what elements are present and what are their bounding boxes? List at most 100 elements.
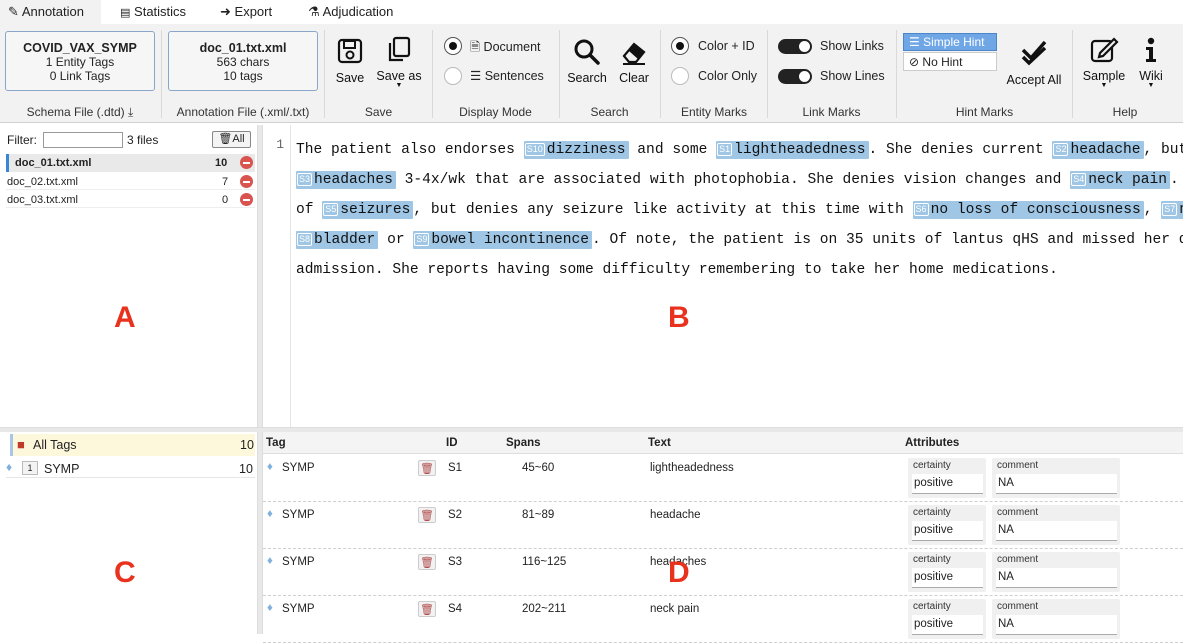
entity-id-badge: S7 — [1162, 203, 1178, 216]
document-editor[interactable]: 1 The patient also endorses S10 dizziness… — [263, 125, 1183, 427]
filter-input[interactable] — [43, 132, 123, 148]
trash-icon: 🗑 — [420, 463, 434, 475]
comment-input[interactable]: NA — [996, 615, 1117, 635]
radio-document[interactable] — [444, 37, 462, 55]
all-tags-row[interactable]: ■ All Tags 10 — [10, 434, 255, 456]
row-id: S3 — [448, 556, 463, 568]
people-icon: ⚗ — [308, 4, 320, 19]
delete-tag-button[interactable]: 🗑 — [418, 460, 436, 476]
tag-name: SYMP — [44, 462, 80, 476]
file-item-name: doc_01.txt.xml — [15, 157, 92, 169]
row-tag: SYMP — [282, 603, 315, 615]
simple-hint-option[interactable]: ☰ Simple Hint — [903, 33, 997, 51]
comment-input[interactable]: NA — [996, 474, 1117, 494]
file-item[interactable]: doc_02.txt.xml 7 — [6, 173, 255, 190]
row-spans: 202~211 — [522, 603, 567, 615]
show-all-button[interactable]: 🗑All — [212, 131, 251, 148]
radio-color-only[interactable] — [671, 67, 689, 85]
entity-id-badge: S9 — [414, 233, 430, 246]
panel-letter-b: B — [668, 301, 690, 334]
bar-chart-icon: ▤ — [120, 7, 131, 19]
tag-item-symp[interactable]: ♦ 1 SYMP 10 — [6, 458, 255, 478]
entity-mark[interactable]: S8 bladder — [296, 231, 379, 249]
double-check-icon — [1021, 40, 1047, 66]
tab-adjudication[interactable]: ⚗ Adjudication — [300, 0, 401, 24]
file-list-panel: Filter: 3 files 🗑All doc_01.txt.xml 10 d… — [0, 125, 257, 427]
remove-file-icon[interactable] — [240, 156, 253, 169]
clear-button[interactable]: Clear — [613, 38, 655, 85]
entity-mark[interactable]: S9 bowel incontinence — [413, 231, 593, 249]
group-label-help: Help — [1112, 105, 1138, 119]
table-row[interactable]: ♦ SYMP 🗑 S1 45~60 lightheadedness certainty pos… — [263, 455, 1183, 502]
tab-annotation[interactable]: ✎ Annotation — [0, 0, 101, 24]
plain-text: . The — [1170, 172, 1179, 188]
remove-file-icon[interactable] — [240, 193, 253, 206]
display-document-label[interactable]: 🗎 Document — [470, 38, 541, 59]
entity-text: seizures — [340, 202, 411, 218]
file-item[interactable]: doc_01.txt.xml 10 — [6, 154, 255, 172]
accept-all-button[interactable]: Accept All — [1003, 38, 1065, 87]
copy-icon — [388, 36, 411, 62]
entity-mark[interactable]: S5 seizures — [322, 201, 414, 219]
toolbar-ribbon: COVID_VAX_SYMP 1 Entity Tags 0 Link Tags… — [0, 24, 1183, 123]
entity-mark[interactable]: S6 no loss of consciousness — [912, 201, 1144, 219]
entity-mark[interactable]: S4 neck pain — [1070, 171, 1171, 189]
row-id: S2 — [448, 509, 463, 521]
row-tag: SYMP — [282, 462, 315, 474]
radio-sentences[interactable] — [444, 67, 462, 85]
entity-mark[interactable]: S1 lightheadedness — [716, 141, 869, 159]
delete-tag-button[interactable]: 🗑 — [418, 554, 436, 570]
file-item[interactable]: doc_03.txt.xml 0 — [6, 191, 255, 208]
schema-link-count: 0 Link Tags — [49, 69, 111, 83]
entity-id-badge: S2 — [1053, 143, 1069, 156]
comment-input[interactable]: NA — [996, 521, 1117, 541]
document-text[interactable]: The patient also endorses S10 dizziness a… — [296, 135, 1183, 285]
panel-letter-c: C — [114, 556, 136, 589]
entity-mark[interactable]: S2 headache — [1052, 141, 1144, 159]
no-hint-option[interactable]: ⊘ No Hint — [903, 52, 997, 71]
save-as-button[interactable]: Save as ▼ — [375, 36, 423, 89]
certainty-attribute: certainty positive — [908, 552, 986, 592]
folder-icon: ■ — [17, 437, 25, 452]
entity-color-only-label[interactable]: Color Only — [698, 69, 757, 83]
tab-statistics[interactable]: ▤ Statistics — [112, 0, 194, 24]
row-id: S4 — [448, 603, 463, 615]
comment-input[interactable]: NA — [996, 568, 1117, 588]
search-button[interactable]: Search — [565, 38, 609, 85]
wiki-button[interactable]: Wiki ▼ — [1134, 36, 1168, 89]
delete-tag-button[interactable]: 🗑 — [418, 601, 436, 617]
plain-text: , — [1143, 202, 1162, 218]
annotation-file-box[interactable]: doc_01.txt.xml 563 chars 10 tags — [168, 31, 318, 91]
tag-icon: ♦ — [267, 461, 273, 473]
comment-attribute: comment NA — [992, 552, 1120, 592]
panel-letter-d: D — [668, 556, 690, 589]
certainty-select[interactable]: positive — [912, 568, 983, 588]
comment-label: comment — [997, 507, 1039, 518]
sample-button[interactable]: Sample ▼ — [1080, 36, 1128, 89]
radio-color-id[interactable] — [671, 37, 689, 55]
entity-mark[interactable]: S7no — [1161, 201, 1183, 219]
remove-file-icon[interactable] — [240, 175, 253, 188]
display-sentences-label[interactable]: ☰ Sentences — [470, 68, 544, 83]
entity-mark[interactable]: S10 dizziness — [523, 141, 629, 159]
table-row[interactable]: ♦ SYMP 🗑 S4 202~211 neck pain certainty positiv… — [263, 596, 1183, 643]
certainty-select[interactable]: positive — [912, 615, 983, 635]
table-row[interactable]: ♦ SYMP 🗑 S2 81~89 headache certainty positive co… — [263, 502, 1183, 549]
row-spans: 81~89 — [522, 509, 555, 521]
certainty-select[interactable]: positive — [912, 474, 983, 494]
delete-tag-button[interactable]: 🗑 — [418, 507, 436, 523]
schema-file-box[interactable]: COVID_VAX_SYMP 1 Entity Tags 0 Link Tags — [5, 31, 155, 91]
comment-attribute: comment NA — [992, 599, 1120, 639]
entity-mark[interactable]: S3 headaches — [296, 171, 396, 189]
show-lines-toggle[interactable] — [778, 69, 812, 84]
certainty-select[interactable]: positive — [912, 521, 983, 541]
save-button[interactable]: Save — [331, 38, 369, 85]
tab-export[interactable]: ➜ Export — [212, 0, 280, 24]
group-label-schema[interactable]: Schema File (.dtd) ⤓ — [0, 105, 160, 121]
tag-list-panel: ■ All Tags 10 ♦ 1 SYMP 10 C — [0, 432, 257, 644]
entity-color-id-label[interactable]: Color + ID — [698, 39, 755, 53]
text-line: The patient also endorses S10 dizziness a… — [296, 135, 1183, 165]
table-row[interactable]: ♦ SYMP 🗑 S3 116~125 headaches certainty positiv… — [263, 549, 1183, 596]
show-links-toggle[interactable] — [778, 39, 812, 54]
comment-label: comment — [997, 554, 1039, 565]
